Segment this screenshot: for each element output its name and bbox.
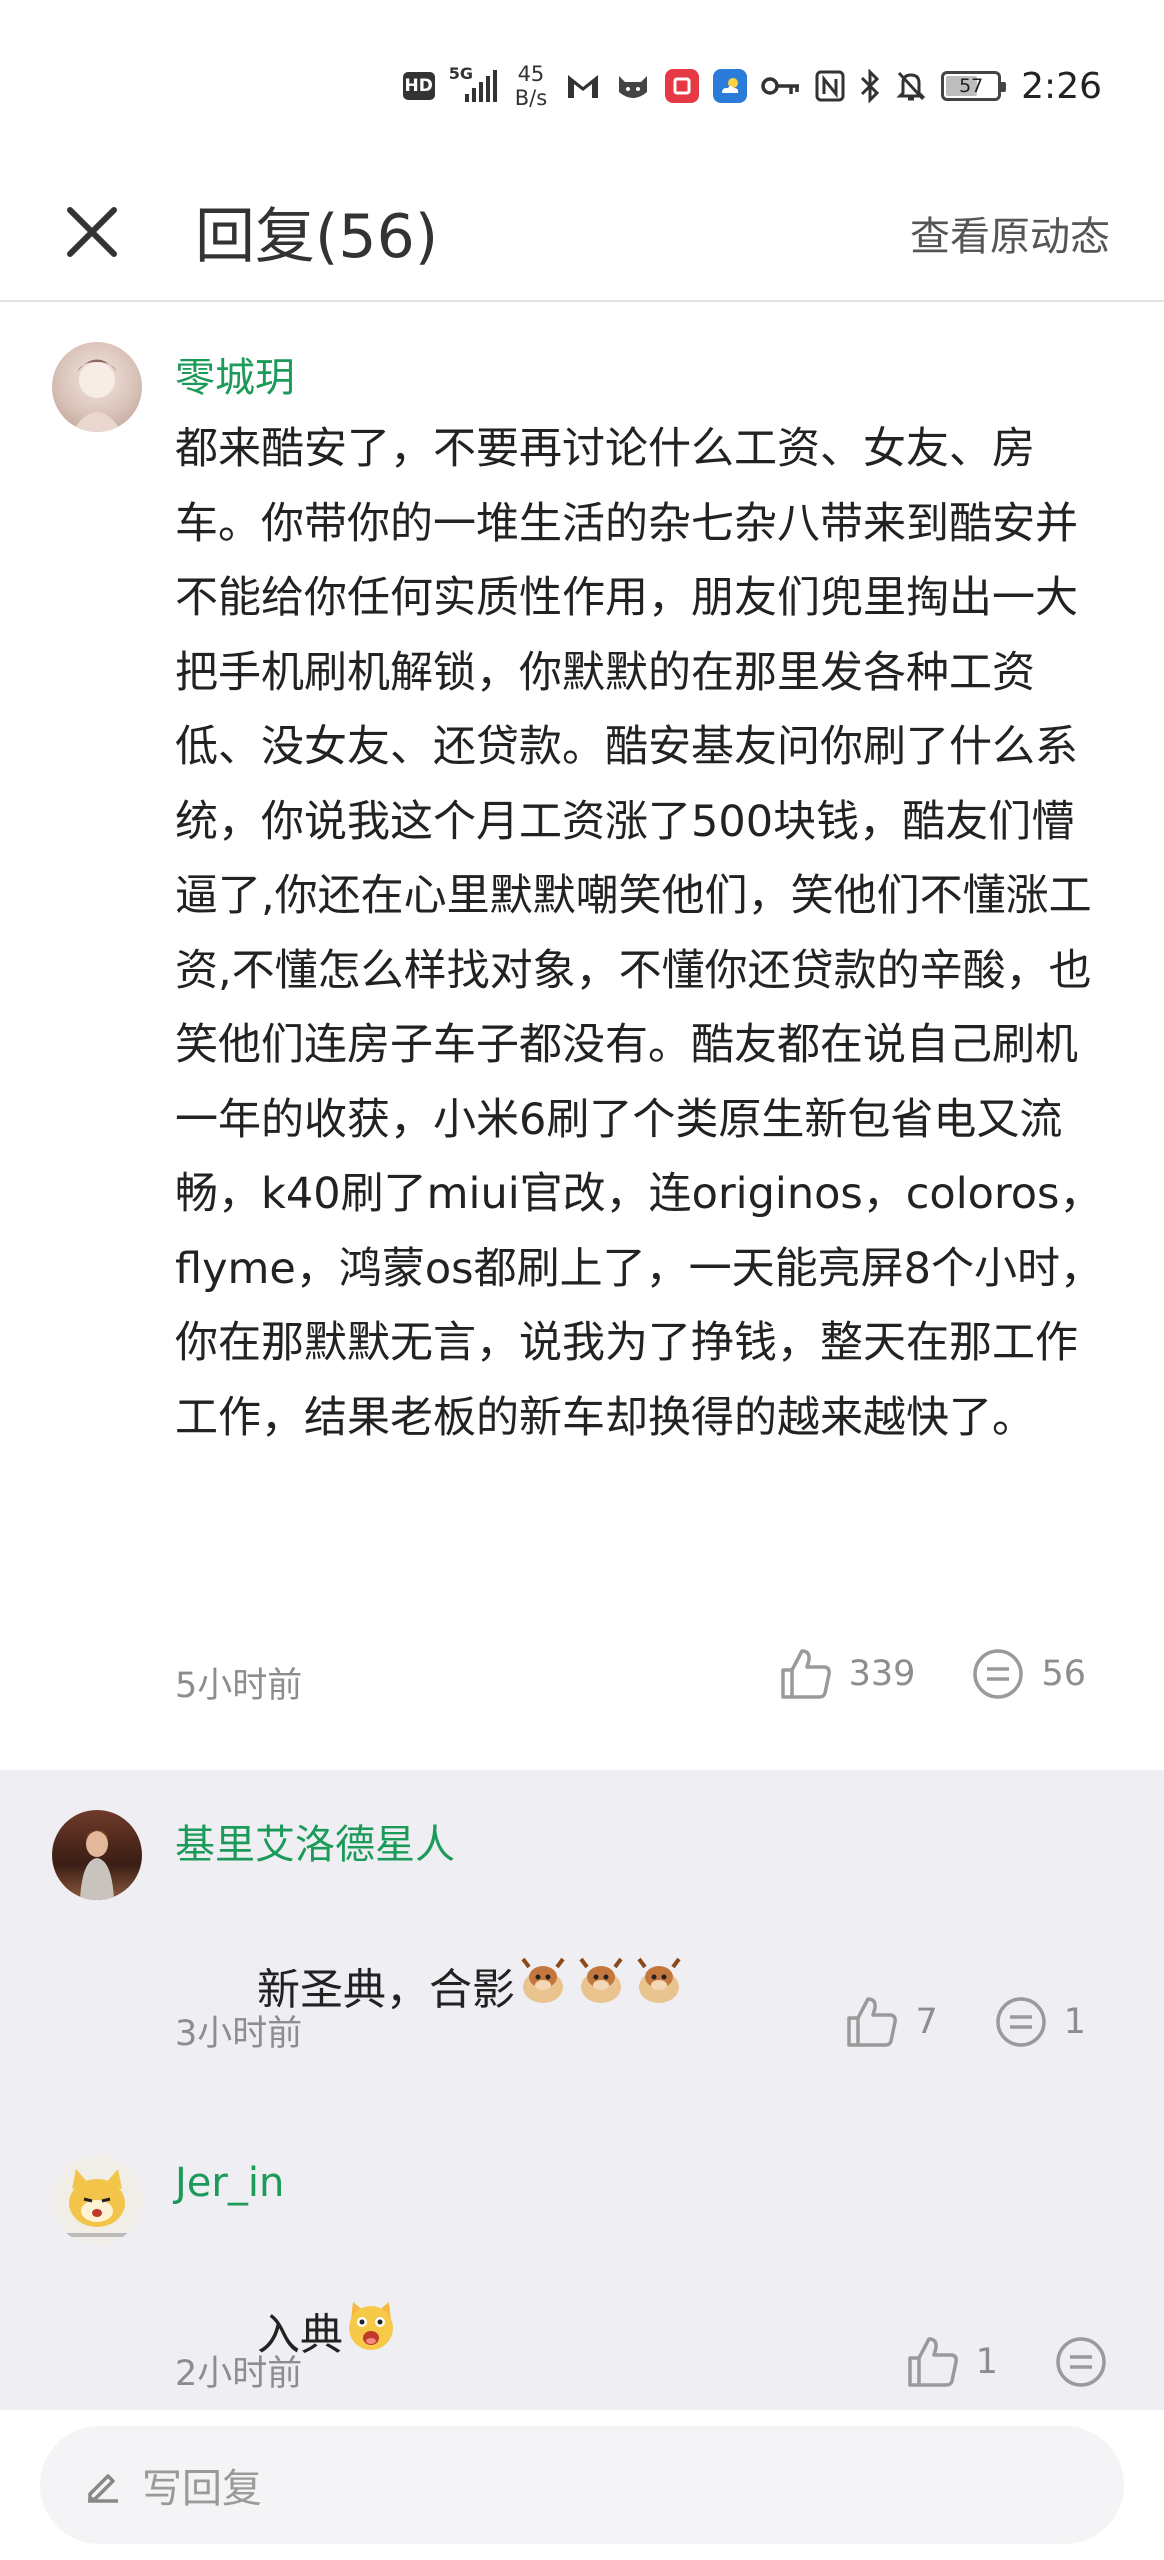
comment-icon [1056,2337,1106,2387]
status-bar: HD 5G 45 B/s 57 2:26 [0,0,1164,170]
key-icon [761,74,801,98]
avatar[interactable] [52,2155,142,2245]
username[interactable]: 基里艾洛德星人 [175,1812,455,1870]
avatar[interactable] [52,1810,142,1900]
reply-count-button[interactable] [1054,2335,1108,2389]
hd-icon: HD [402,72,435,100]
reply-item: 基里艾洛德星人 新圣典，合影 3小时前 7 1 [0,1770,1164,2110]
main-comment: 零城玥 都来酷安了，不要再讨论什么工资、女友、房车。你带你的一堆生活的杂七杂八带… [0,302,1164,1770]
close-button[interactable] [52,192,132,272]
battery-level: 57 [959,75,984,97]
thumbs-up-icon [907,2337,958,2387]
weather-app-icon [713,69,748,103]
pencil-icon [88,2474,118,2503]
status-icons: HD 5G 45 B/s 57 2:26 [402,60,1102,112]
red-app-icon [665,69,700,103]
cat-app-icon [615,70,651,102]
like-count: 339 [848,1654,916,1694]
comment-icon [995,1997,1046,2047]
reply-item: Jer_in 入典 2小时前 1 [0,2110,1164,2410]
reply-input-placeholder: 写回复 [142,2466,262,2512]
surprised-cat-emoji-icon [343,2298,399,2378]
thumbs-up-icon [780,1649,831,1699]
reply-time: 2小时前 [175,2354,303,2394]
reply-count-button[interactable]: 1 [994,1995,1086,2049]
page-title: 回复(56) [195,202,439,272]
like-count: 1 [975,2342,998,2382]
reply-actions: 7 1 [845,1995,1086,2049]
mute-bell-icon [895,69,927,103]
reply-input[interactable]: 写回复 [40,2426,1124,2544]
reply-count: 56 [1041,1654,1086,1694]
reply-count-button[interactable]: 56 [971,1647,1086,1701]
thumbs-up-icon [847,1997,898,2047]
comment-actions: 339 56 [779,1647,1086,1701]
header: 回复(56) 查看原动态 [0,170,1164,302]
reply-text: 新圣典，合影 [175,1878,1115,2107]
reply-actions: 1 [906,2335,1108,2389]
network-speed: 45 B/s [515,62,547,110]
clock: 2:26 [1021,65,1102,107]
reply-count: 1 [1063,2002,1086,2042]
network-speed-value: 45 [517,62,545,86]
avatar[interactable] [52,342,142,432]
comment-text: 都来酷安了，不要再讨论什么工资、女友、房车。你带你的一堆生活的杂七杂八带来到酷安… [175,424,1103,1443]
cow-emoji-icon [515,1953,689,2033]
network-speed-unit: B/s [514,86,548,110]
like-button[interactable]: 7 [845,1995,938,2049]
comment-time: 5小时前 [175,1666,303,1706]
like-button[interactable]: 1 [906,2335,998,2389]
username[interactable]: Jer_in [175,2160,284,2206]
username[interactable]: 零城玥 [175,345,295,403]
battery-icon: 57 [941,71,1007,101]
bottom-bar: 写回复 [0,2410,1164,2560]
close-icon [67,207,117,257]
comment-icon [973,1649,1024,1699]
reply-time: 3小时前 [175,2014,303,2054]
cellular-signal-icon: 5G [449,64,497,104]
gmail-icon [565,71,601,101]
view-original-post-link[interactable]: 查看原动态 [910,204,1110,262]
replies-list: 基里艾洛德星人 新圣典，合影 3小时前 7 1 Jer_in 入典 2小时前 1 [0,1770,1164,2410]
bluetooth-icon [859,69,881,103]
like-count: 7 [915,2002,938,2042]
nfc-icon [815,70,845,102]
like-button[interactable]: 339 [779,1647,916,1701]
